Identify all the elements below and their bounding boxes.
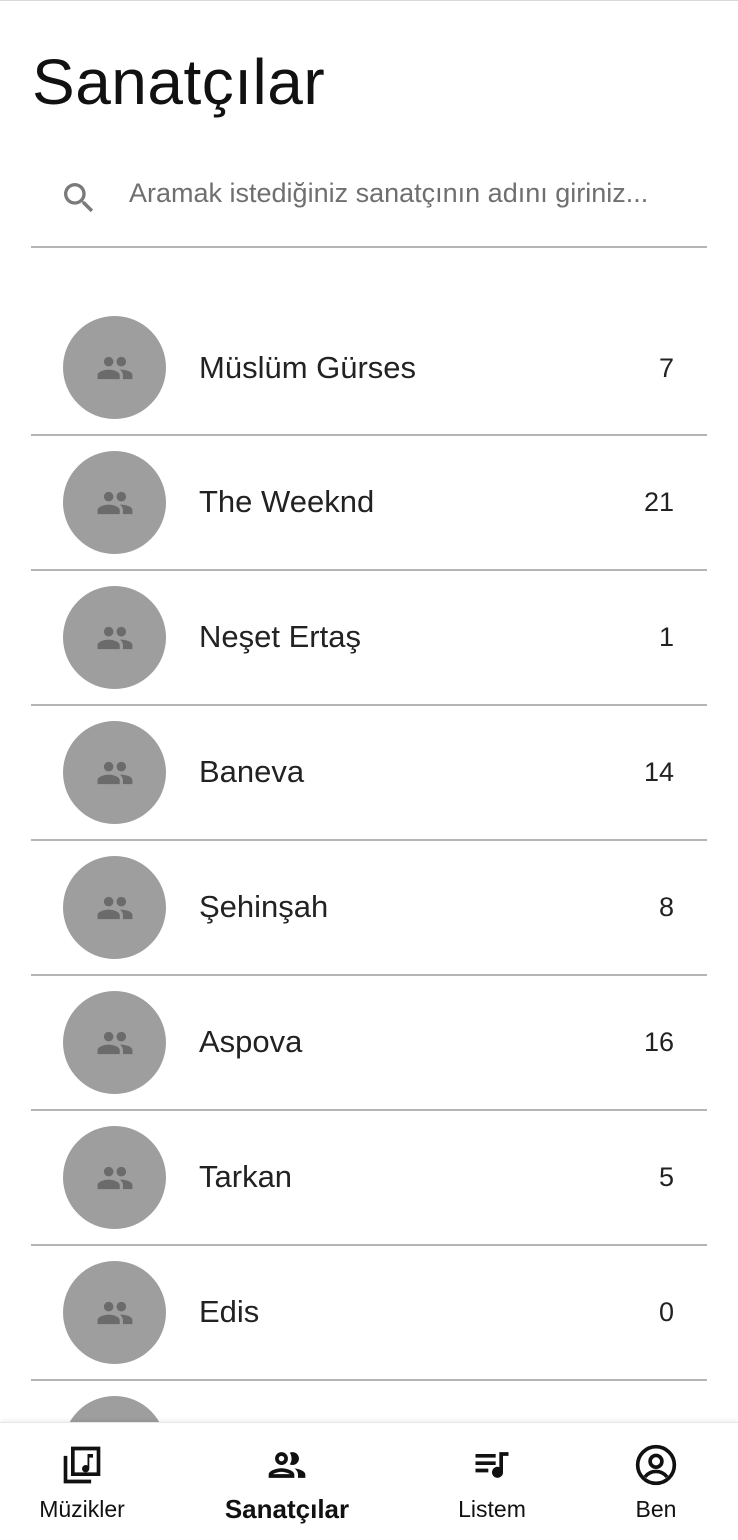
account-circle-icon <box>635 1444 677 1486</box>
avatar <box>63 316 166 419</box>
people-icon <box>97 761 132 784</box>
nav-label: Müzikler <box>39 1496 125 1522</box>
nav-item-sanatcilar[interactable]: Sanatçılar <box>212 1423 362 1540</box>
list-item[interactable]: Edis 0 <box>31 1246 707 1381</box>
artist-name: Müslüm Gürses <box>199 350 417 385</box>
artist-name: Neşet Ertaş <box>199 619 361 654</box>
avatar <box>63 451 166 554</box>
avatar <box>63 991 166 1094</box>
people-icon <box>97 1166 132 1189</box>
people-icon <box>97 626 132 649</box>
avatar <box>63 856 166 959</box>
people-icon <box>97 356 132 379</box>
people-icon <box>97 491 132 514</box>
page-title: Sanatçılar <box>32 46 326 118</box>
list-item[interactable]: Tarkan 5 <box>31 1111 707 1246</box>
top-border <box>0 0 738 1</box>
song-count: 14 <box>643 757 674 787</box>
artist-name: Şehinşah <box>199 889 329 924</box>
search-icon[interactable] <box>59 178 99 218</box>
nav-item-listem[interactable]: Listem <box>432 1423 552 1540</box>
people-icon <box>97 1031 132 1054</box>
music-library-icon <box>63 1446 101 1484</box>
bottom-navigation: Müzikler Sanatçılar Listem Ben <box>0 1422 738 1539</box>
artist-name: The Weeknd <box>199 484 375 519</box>
people-icon <box>97 1301 132 1324</box>
list-item[interactable]: Neşet Ertaş 1 <box>31 571 707 706</box>
list-item-partial[interactable] <box>31 1381 707 1422</box>
list-item[interactable]: Aspova 16 <box>31 976 707 1111</box>
artist-name: Edis <box>199 1294 260 1329</box>
artist-name: Baneva <box>199 754 305 789</box>
nav-item-muzikler[interactable]: Müzikler <box>14 1423 150 1540</box>
song-count: 8 <box>658 892 674 922</box>
people-icon <box>268 1452 306 1478</box>
artist-list: Müslüm Gürses 7 The Weeknd 21 Neşet Erta… <box>31 300 707 1422</box>
artist-name: Aspova <box>199 1024 303 1059</box>
nav-item-ben[interactable]: Ben <box>610 1423 702 1540</box>
song-count: 5 <box>658 1162 674 1192</box>
list-item[interactable]: The Weeknd 21 <box>31 436 707 571</box>
people-icon <box>97 896 132 919</box>
list-item[interactable]: Baneva 14 <box>31 706 707 841</box>
artist-name: Tarkan <box>199 1159 293 1194</box>
nav-label: Sanatçılar <box>224 1494 350 1524</box>
song-count: 1 <box>658 622 674 652</box>
nav-label: Ben <box>635 1496 677 1522</box>
song-count: 21 <box>643 487 674 517</box>
song-count: 0 <box>658 1297 674 1327</box>
playlist-icon <box>475 1452 509 1478</box>
song-count: 16 <box>643 1027 674 1057</box>
nav-label: Listem <box>458 1496 526 1522</box>
avatar <box>63 1126 166 1229</box>
search-bar[interactable] <box>31 150 707 248</box>
avatar <box>63 1261 166 1364</box>
avatar <box>63 1396 166 1422</box>
list-item[interactable]: Müslüm Gürses 7 <box>31 300 707 436</box>
avatar <box>63 721 166 824</box>
search-input[interactable] <box>129 168 689 218</box>
list-item[interactable]: Şehinşah 8 <box>31 841 707 976</box>
song-count: 7 <box>658 353 674 383</box>
avatar <box>63 586 166 689</box>
